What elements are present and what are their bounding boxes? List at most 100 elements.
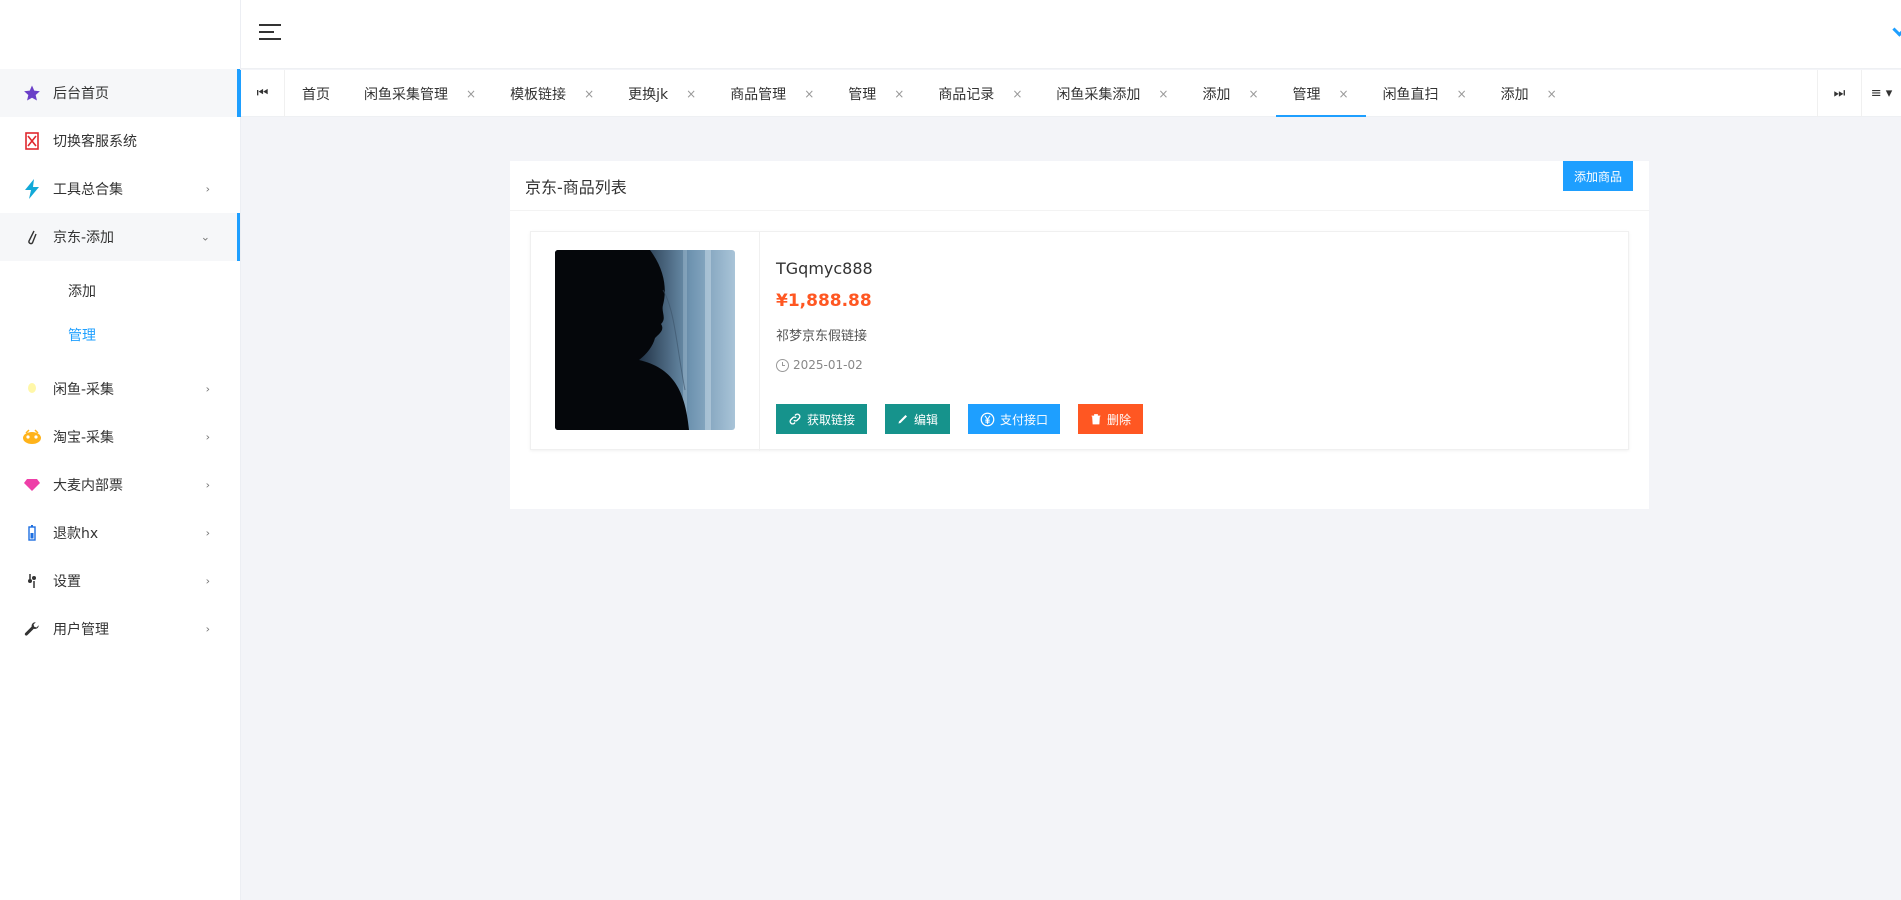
close-icon[interactable]: × [1012, 87, 1022, 101]
sidebar-item-xianyu-collect[interactable]: 闲鱼-采集 › [0, 365, 240, 413]
chevron-right-icon: › [205, 430, 210, 444]
edit-button[interactable]: 编辑 [885, 404, 951, 434]
product-date-text: 2025-01-02 [793, 358, 863, 372]
tab-xianyu-scan[interactable]: 闲鱼直扫 × [1366, 70, 1484, 117]
skip-forward-icon: ⏭ [1833, 86, 1846, 101]
card-header: 京东-商品列表 添加商品 [510, 161, 1649, 211]
tab-change-jk[interactable]: 更换jk × [611, 70, 713, 117]
get-link-button[interactable]: 获取链接 [776, 404, 868, 434]
tab-label: 更换jk [628, 86, 669, 103]
sidebar-item-switch-service[interactable]: 切换客服系统 [0, 117, 240, 165]
close-icon[interactable]: × [584, 87, 594, 101]
tab-product-records[interactable]: 商品记录 × [921, 70, 1039, 117]
sidebar-item-tools[interactable]: 工具总合集 › [0, 165, 240, 213]
close-icon[interactable]: × [1339, 87, 1349, 101]
product-name: TGqmyc888 [776, 259, 873, 278]
close-icon[interactable]: × [686, 87, 696, 101]
sidebar-item-label: 淘宝-采集 [53, 430, 115, 446]
tab-label: 管理 [848, 86, 877, 103]
tab-options-button[interactable]: ≡ ▾ [1861, 70, 1901, 117]
taobao-icon [22, 427, 42, 447]
product-item: TGqmyc888 ¥1,888.88 祁梦京东假链接 2025-01-02 获… [530, 231, 1629, 451]
tab-xianyu-collect-manage[interactable]: 闲鱼采集管理 × [347, 70, 493, 117]
lightning-icon [22, 179, 42, 199]
bulb-icon [22, 379, 42, 399]
tab-bar: ⏮ 首页 闲鱼采集管理 × 模板链接 × 更换jk × 商品管理 × 管理 × … [237, 70, 1901, 117]
tab-template-link[interactable]: 模板链接 × [493, 70, 611, 117]
tab-xianyu-collect-add[interactable]: 闲鱼采集添加 × [1039, 70, 1185, 117]
link-icon [788, 412, 802, 426]
edit-label: 编辑 [914, 412, 939, 427]
sidebar-item-refund[interactable]: 退款hx › [0, 509, 240, 557]
chevron-right-icon: › [205, 622, 210, 636]
payment-label: 支付接口 [1000, 412, 1049, 427]
chevron-right-icon: › [205, 574, 210, 588]
trash-icon [1090, 413, 1102, 425]
tab-label: 首页 [302, 86, 330, 103]
close-icon[interactable]: × [894, 87, 904, 101]
battery-icon [22, 523, 42, 543]
tab-manage-active[interactable]: 管理 × [1275, 70, 1366, 117]
tab-list: 首页 闲鱼采集管理 × 模板链接 × 更换jk × 商品管理 × 管理 × 商品… [285, 70, 1574, 117]
star-icon [22, 83, 42, 103]
sidebar-subitem-manage[interactable]: 管理 [0, 313, 240, 357]
sidebar-subitem-add[interactable]: 添加 [0, 269, 240, 313]
brand-area [0, 0, 240, 69]
sidebar-item-taobao-collect[interactable]: 淘宝-采集 › [0, 413, 240, 461]
sidebar-item-home[interactable]: 后台首页 [0, 69, 240, 117]
menu-toggle-icon[interactable] [259, 24, 281, 42]
tab-add[interactable]: 添加 × [1185, 70, 1275, 117]
tab-home[interactable]: 首页 [285, 70, 347, 117]
close-icon[interactable]: × [1248, 87, 1258, 101]
tab-label: 模板链接 [510, 86, 567, 103]
yen-circle-icon [980, 412, 995, 427]
tab-label: 商品记录 [938, 86, 995, 103]
paperclip-icon [22, 227, 42, 247]
sidebar-item-damai-tickets[interactable]: 大麦内部票 › [0, 461, 240, 509]
tab-label: 商品管理 [730, 86, 787, 103]
sidebar-item-label: 用户管理 [53, 622, 109, 638]
close-icon[interactable]: × [1457, 87, 1467, 101]
product-description: 祁梦京东假链接 [776, 329, 868, 344]
chevron-right-icon: › [205, 382, 210, 396]
sidebar-item-settings[interactable]: 设置 › [0, 557, 240, 605]
tab-label: 管理 [1292, 86, 1321, 103]
delete-button[interactable]: 删除 [1078, 404, 1144, 434]
product-divider [759, 232, 760, 451]
sidebar-item-label: 后台首页 [53, 86, 109, 102]
tab-scroll-right-button[interactable]: ⏭ [1817, 70, 1861, 117]
product-actions: 获取链接 编辑 支付接口 删除 [776, 404, 1161, 434]
sidebar-item-label: 大麦内部票 [53, 478, 123, 494]
skip-back-icon: ⏮ [256, 86, 269, 101]
close-icon[interactable]: × [804, 87, 814, 101]
settings-icon [22, 571, 42, 591]
product-image [555, 250, 735, 430]
diamond-icon [22, 475, 42, 495]
tab-label: 闲鱼采集管理 [364, 86, 448, 103]
sidebar-item-label: 闲鱼-采集 [53, 382, 115, 398]
sidebar-item-label: 切换客服系统 [53, 134, 137, 150]
add-product-button[interactable]: 添加商品 [1562, 161, 1633, 191]
sidebar-item-jd-add[interactable]: 京东-添加 ⌄ [0, 213, 240, 261]
chevron-right-icon: › [205, 182, 210, 196]
payment-interface-button[interactable]: 支付接口 [968, 404, 1061, 434]
switch-icon [22, 131, 42, 151]
close-icon[interactable]: × [1158, 87, 1168, 101]
close-icon[interactable]: × [1547, 87, 1557, 101]
sidebar: 后台首页 切换客服系统 工具总合集 › 京东-添加 ⌄ 添加 管理 闲鱼-采集 … [0, 0, 241, 900]
close-icon[interactable]: × [466, 87, 476, 101]
card-title: 京东-商品列表 [525, 177, 627, 197]
tab-manage[interactable]: 管理 × [831, 70, 921, 117]
sidebar-item-user-management[interactable]: 用户管理 › [0, 605, 240, 653]
tab-label: 闲鱼直扫 [1382, 86, 1439, 103]
clock-icon [776, 358, 789, 372]
product-list-card: 京东-商品列表 添加商品 TGqmyc888 ¥1,888.88 祁梦京东假链接… [510, 161, 1649, 509]
sidebar-item-label: 工具总合集 [53, 182, 123, 198]
tab-add-2[interactable]: 添加 × [1484, 70, 1574, 117]
tab-product-manage[interactable]: 商品管理 × [713, 70, 831, 117]
tab-label: 添加 [1202, 86, 1231, 103]
tab-scroll-left-button[interactable]: ⏮ [241, 70, 285, 117]
sidebar-item-label: 退款hx [53, 526, 99, 542]
sidebar-item-label: 设置 [53, 574, 81, 590]
sidebar-item-label: 京东-添加 [53, 230, 115, 246]
